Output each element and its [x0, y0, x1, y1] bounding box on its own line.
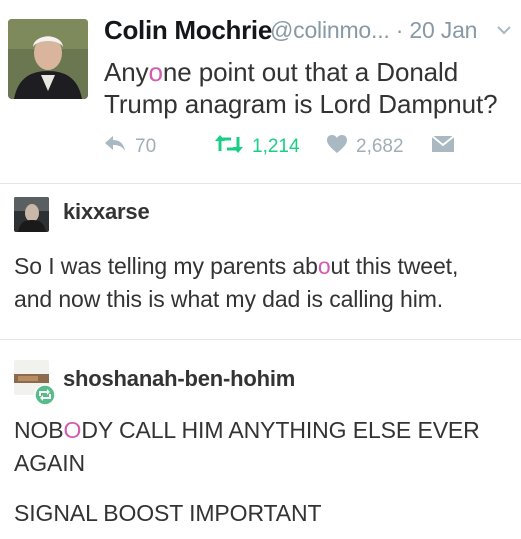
divider	[0, 339, 521, 340]
heart-icon	[326, 134, 356, 160]
divider	[0, 183, 521, 184]
reply-icon	[103, 134, 135, 160]
retweet-count: 1,214	[252, 136, 300, 157]
kixxarse-avatar[interactable]	[14, 197, 49, 232]
post2-username[interactable]: shoshanah-ben-hohim	[63, 366, 295, 392]
post2-signal-boost-text: SIGNAL BOOST IMPORTANT	[14, 500, 322, 526]
post1-text: So I was telling my parents about this t…	[14, 253, 459, 312]
chevron-down-icon[interactable]	[495, 21, 513, 39]
post2-text: NOBODY CALL HIM ANYTHING ELSE EVER AGAIN	[14, 417, 480, 476]
reply-button[interactable]: 70	[103, 135, 156, 159]
reblog-icon	[34, 384, 56, 406]
post1-username[interactable]: kixxarse	[63, 199, 150, 225]
tweet-handle-time[interactable]: @colinmo... · 20 Jan	[270, 17, 477, 44]
retweet-icon	[214, 134, 252, 160]
direct-message-button[interactable]	[431, 135, 463, 159]
like-button[interactable]: 2,682	[326, 135, 404, 159]
retweet-button[interactable]: 1,214	[214, 135, 300, 159]
tweet-text: Anyone point out that a Donald Trump ana…	[104, 57, 498, 119]
tweet-author-name[interactable]: Colin Mochrie	[104, 15, 272, 46]
tweet-avatar[interactable]	[8, 19, 88, 99]
like-count: 2,682	[356, 136, 404, 157]
envelope-icon	[431, 135, 463, 159]
reply-count: 70	[135, 136, 157, 157]
